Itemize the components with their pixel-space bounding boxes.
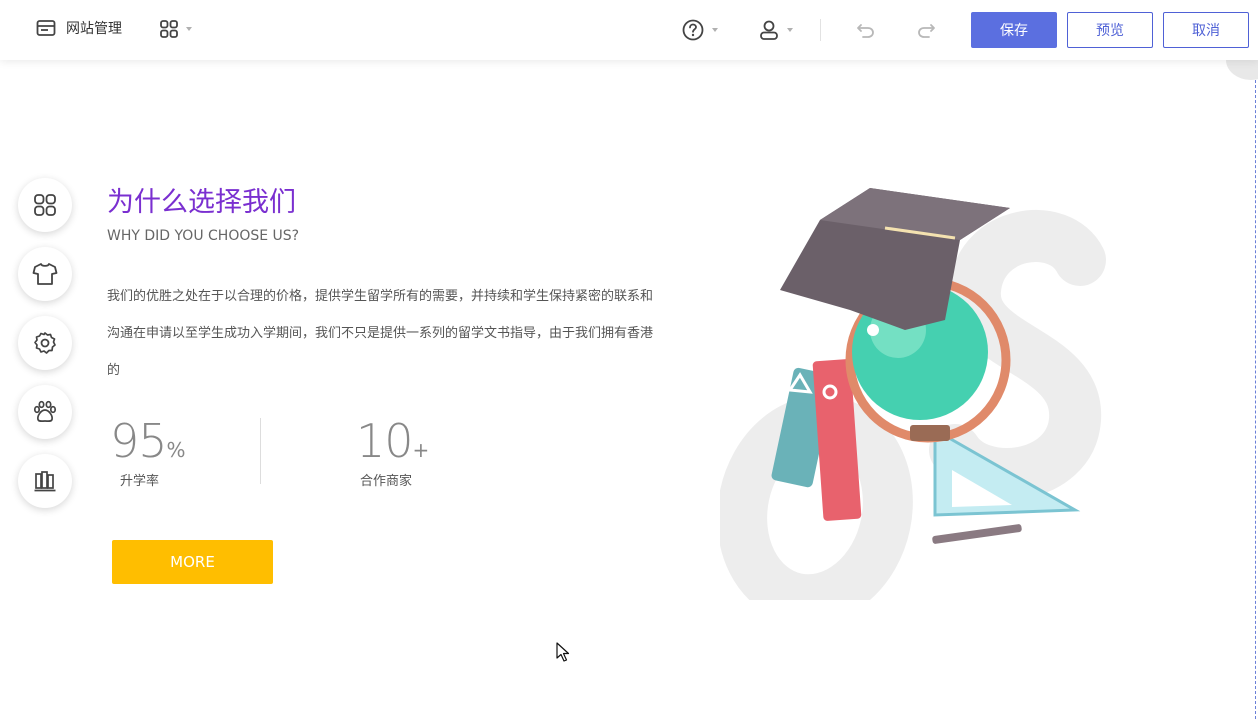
save-button[interactable]: 保存 [971, 12, 1057, 48]
mouse-cursor [556, 642, 570, 662]
help-menu[interactable] [682, 19, 718, 41]
more-button[interactable]: MORE [112, 540, 273, 584]
user-icon [760, 20, 778, 40]
books-icon [34, 471, 56, 492]
pen-shape [932, 524, 1022, 544]
stat-label: 合作商家 [360, 474, 413, 489]
stat-value: 95 [110, 414, 168, 468]
sidebar-item-grid[interactable] [18, 178, 72, 232]
section-subtitle: WHY DID YOU CHOOSE US? [107, 228, 300, 244]
stat-enrollment-rate: 95% 升学率 [110, 414, 186, 489]
stat-divider [260, 418, 261, 484]
stat-unit: % [166, 438, 186, 462]
paw-icon [33, 400, 57, 423]
section-description: 我们的优胜之处在于以合理的价格，提供学生留学所有的需要，并持续和学生保持紧密的联… [107, 289, 654, 378]
undo-icon [857, 24, 874, 38]
stat-partners: 10+ 合作商家 [356, 414, 429, 489]
preview-button[interactable]: 预览 [1067, 12, 1153, 48]
chevron-down-icon [186, 27, 192, 31]
chevron-down-icon [712, 28, 718, 32]
redo-icon [918, 24, 935, 38]
settings-icon [34, 332, 56, 354]
sidebar-item-plugins[interactable] [18, 385, 72, 439]
sidebar-item-settings[interactable] [18, 316, 72, 370]
chevron-down-icon [787, 28, 793, 32]
redo-button[interactable] [915, 19, 937, 45]
site-management-button[interactable]: 网站管理 [36, 18, 122, 38]
sidebar-item-theme[interactable] [18, 247, 72, 301]
undo-button[interactable] [855, 19, 877, 45]
shirt-icon [32, 263, 58, 285]
grid-icon [34, 194, 56, 216]
section-boundary [1255, 60, 1256, 719]
site-management-label: 网站管理 [66, 21, 122, 37]
toolbar-divider [820, 19, 821, 41]
help-icon [682, 19, 704, 41]
user-menu[interactable] [759, 19, 793, 41]
top-toolbar: 网站管理 保存 预览 取消 [0, 0, 1258, 60]
side-toolbar [18, 178, 72, 523]
window-icon [36, 20, 56, 36]
apps-grid-icon [160, 20, 178, 38]
stat-label: 升学率 [120, 474, 160, 489]
sidebar-item-library[interactable] [18, 454, 72, 508]
education-illustration [720, 188, 1106, 600]
section-title: 为什么选择我们 [107, 187, 296, 218]
apps-menu[interactable] [160, 20, 192, 38]
cancel-button[interactable]: 取消 [1163, 12, 1249, 48]
stat-unit: + [412, 438, 430, 462]
stat-value: 10 [356, 414, 414, 468]
